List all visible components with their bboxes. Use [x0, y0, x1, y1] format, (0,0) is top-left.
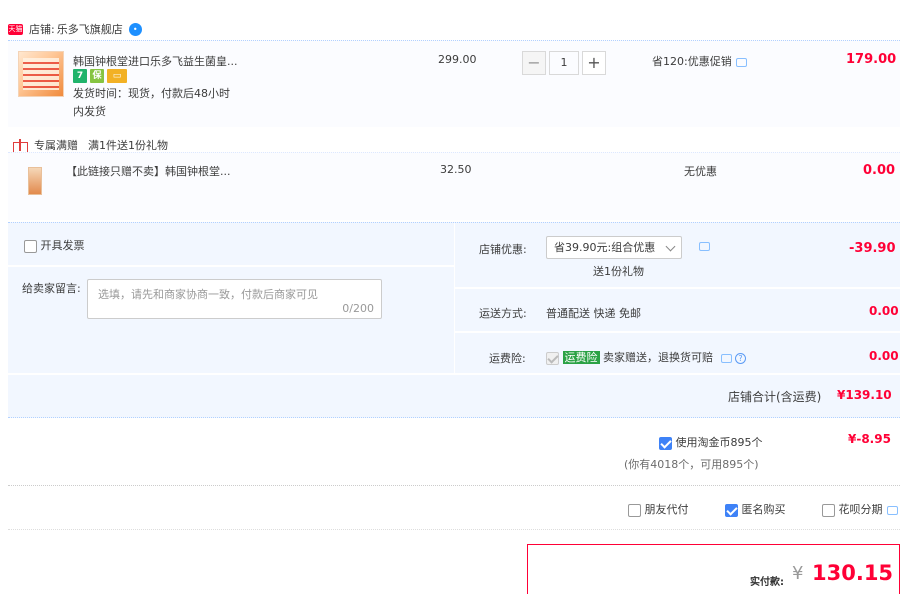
discount-chat-icon[interactable]	[699, 242, 710, 251]
divider	[455, 331, 901, 333]
subtotal-label: 店铺合计(含运费)	[728, 390, 822, 404]
quantity-input[interactable]: 1	[549, 51, 579, 75]
anonymous-label: 匿名购买	[741, 503, 786, 516]
coin-checkbox[interactable]	[659, 436, 672, 450]
delivery-time-line1: 发货时间：现货，付款后48小时	[73, 87, 230, 100]
friend-pay-checkbox[interactable]	[628, 503, 641, 517]
subtotal-value: ¥139.10	[837, 388, 892, 402]
order-options-panel: 开具发票 给卖家留言: 选填，请先和商家协商一致，付款后商家可见 0/200 店…	[8, 222, 901, 418]
message-textarea[interactable]: 选填，请先和商家协商一致，付款后商家可见 0/200	[87, 279, 382, 319]
coin-row: 使用淘金币895个 ¥-8.95 (你有4018个，可用895个)	[8, 418, 900, 486]
anonymous-checkbox[interactable]	[725, 503, 738, 517]
shop-name-link[interactable]: 乐多飞旗舰店	[57, 21, 123, 37]
right-options: 店铺优惠: 省39.90元:组合优惠 送1份礼物 -39.90 运送方式: 普通…	[454, 223, 901, 373]
shop-label: 店铺:	[29, 23, 55, 36]
coin-note: (你有4018个，可用895个)	[624, 458, 759, 471]
product-thumbnail[interactable]	[28, 167, 42, 195]
invoice-label: 开具发票	[40, 239, 85, 252]
promo-info: 省120:优惠促销	[652, 53, 747, 69]
shipping-value: 普通配送 快递 免邮	[546, 307, 641, 320]
huabei-option[interactable]: 花呗分期	[822, 501, 898, 517]
message-placeholder: 选填，请先和商家协商一致，付款后商家可见	[98, 288, 318, 301]
divider	[455, 287, 901, 289]
promo-chat-icon[interactable]	[735, 57, 747, 67]
gift-row: 专属满赠 满1件送1份礼物	[12, 137, 168, 153]
insurance-desc: 卖家赠送，退换货可赔	[603, 351, 713, 364]
invoice-checkbox[interactable]	[24, 239, 37, 253]
payment-amount: 130.15	[812, 561, 894, 585]
divider	[8, 373, 900, 375]
delivery-time-line2: 内发货	[73, 105, 106, 118]
huabei-chat-icon[interactable]	[887, 505, 898, 515]
payment-summary: 实付款: ¥ 130.15	[527, 544, 900, 594]
payment-currency: ¥	[792, 563, 804, 584]
cart-item-row: 韩国钟根堂进口乐多飞益生菌皇... 7 保 ▭ 发货时间：现货，付款后48小时 …	[8, 40, 900, 127]
divider	[8, 265, 454, 267]
message-label: 给卖家留言:	[22, 282, 81, 295]
huabei-label: 花呗分期	[838, 503, 883, 516]
message-counter: 0/200	[342, 302, 374, 315]
discount-label: 店铺优惠:	[479, 243, 527, 256]
friend-pay-option[interactable]: 朋友代付	[628, 501, 689, 517]
insurance-label: 运费险:	[489, 352, 526, 365]
unit-price: 299.00	[438, 53, 477, 66]
shipping-label: 运送方式:	[479, 307, 527, 320]
item-total: 179.00	[846, 52, 897, 67]
extra-options-row: 朋友代付 匿名购买 花呗分期	[8, 486, 900, 530]
card-icon[interactable]: ▭	[107, 69, 127, 83]
tmall-badge: 天猫	[8, 23, 23, 35]
increase-qty-button[interactable]: +	[582, 51, 606, 75]
left-options: 开具发票 给卖家留言: 选填，请先和商家协商一致，付款后商家可见 0/200	[8, 223, 454, 373]
shop-header: 天猫 店铺: 乐多飞旗舰店 •	[8, 18, 142, 40]
gift-label: 专属满赠	[34, 139, 78, 152]
coin-option[interactable]: 使用淘金币895个	[659, 434, 763, 450]
promo-text: 无优惠	[684, 165, 717, 178]
gift-icon	[12, 138, 28, 153]
discount-gift: 送1份礼物	[593, 265, 644, 278]
discount-select-value: 省39.90元:组合优惠	[554, 241, 656, 254]
huabei-checkbox[interactable]	[822, 503, 835, 517]
insurance-option: 运费险 卖家赠送，退换货可赔 ?	[546, 349, 746, 365]
shipping-amount: 0.00	[869, 304, 899, 318]
promo-text: 省120:优惠促销	[652, 55, 732, 68]
chevron-down-icon	[665, 241, 676, 252]
quantity-stepper: − 1 +	[522, 51, 606, 75]
decrease-qty-button[interactable]: −	[522, 51, 546, 75]
chat-icon[interactable]: •	[128, 22, 142, 36]
coin-amount: ¥-8.95	[848, 432, 891, 446]
friend-pay-label: 朋友代付	[644, 503, 689, 516]
discount-select[interactable]: 省39.90元:组合优惠	[546, 236, 682, 259]
item-total: 0.00	[863, 163, 896, 178]
coin-label: 使用淘金币895个	[675, 436, 763, 449]
invoice-option[interactable]: 开具发票	[24, 237, 85, 253]
anonymous-option[interactable]: 匿名购买	[725, 501, 786, 517]
insurance-tag: 运费险	[562, 351, 600, 364]
product-title-link[interactable]: 韩国钟根堂进口乐多飞益生菌皇...	[73, 53, 238, 69]
service-icons: 7 保 ▭	[73, 69, 127, 83]
insurance-checkbox	[546, 351, 559, 365]
gift-desc: 满1件送1份礼物	[88, 139, 168, 152]
cart-item-row: 【此链接只赠不卖】韩国钟根堂... 32.50 无优惠 0.00	[8, 152, 900, 220]
help-icon[interactable]: ?	[735, 352, 746, 364]
insurance-chat-icon[interactable]	[720, 353, 732, 363]
insurance-amount: 0.00	[869, 349, 899, 363]
seven-day-return-icon[interactable]: 7	[73, 69, 87, 83]
product-thumbnail[interactable]	[18, 51, 64, 97]
payment-label: 实付款:	[750, 577, 784, 588]
insurance-icon[interactable]: 保	[90, 69, 104, 83]
unit-price: 32.50	[440, 163, 472, 176]
product-title-link[interactable]: 【此链接只赠不卖】韩国钟根堂...	[66, 163, 231, 179]
discount-amount: -39.90	[849, 241, 896, 256]
